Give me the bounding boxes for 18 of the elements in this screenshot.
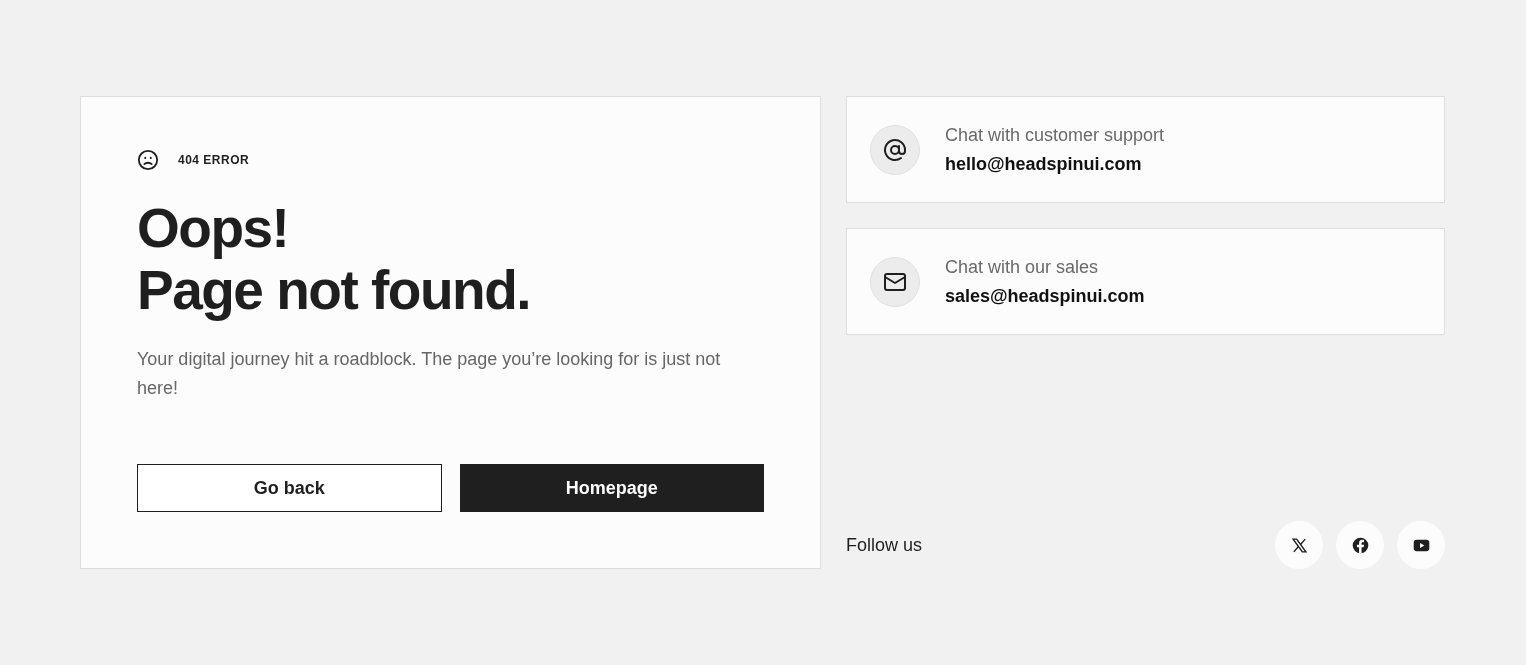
youtube-button[interactable] [1397,521,1445,569]
at-sign-icon [883,137,907,162]
email-link[interactable]: sales@headspinui.com [945,285,1145,307]
heading: Page not found. [137,259,530,321]
sad-face-icon [137,149,159,171]
email-link[interactable]: hello@headspinui.com [945,153,1165,175]
x-logo-icon [1290,536,1308,554]
facebook-logo-icon [1351,536,1369,554]
description: Your digital journey hit a roadblock. The page you’re looking for is just not here! [137,348,722,400]
follow-label: Follow us [846,534,923,556]
back-button[interactable]: Go back [137,464,442,512]
contact-title: Chat with customer support [945,124,1165,146]
heading: Oops! [137,197,289,259]
error-label: 404 ERROR [178,153,250,167]
x-logo-button[interactable] [1275,521,1323,569]
contact-title: Chat with our sales [945,256,1100,278]
facebook-button[interactable] [1336,521,1384,569]
homepage-button[interactable]: Homepage [459,464,764,512]
